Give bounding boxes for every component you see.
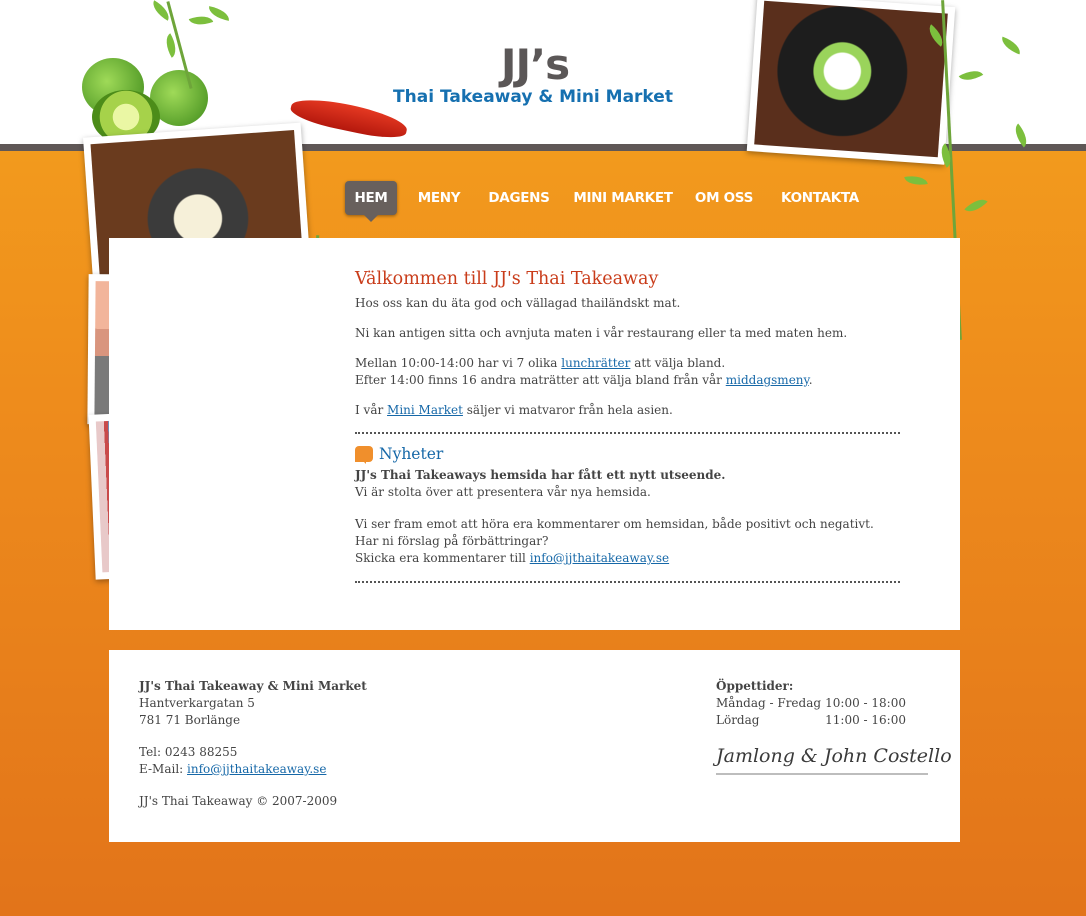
dinner-menu-link[interactable]: middagsmeny [726, 373, 809, 387]
owners-signature: Jamlong & John Costello [716, 745, 952, 775]
footer-copyright: JJ's Thai Takeaway © 2007-2009 [139, 794, 338, 808]
mini-market-link[interactable]: Mini Market [387, 403, 463, 417]
footer-street: Hantverkargatan 5 [139, 696, 255, 710]
leaf-decoration [904, 173, 928, 188]
nav-item-kontakta[interactable]: KONTAKTA [779, 181, 861, 215]
logo-subtitle[interactable]: Thai Takeaway & Mini Market [388, 87, 678, 107]
hours-heading: Öppettider: [716, 679, 794, 693]
welcome-paragraph: Mellan 10:00-14:00 har vi 7 olika lunchr… [355, 356, 813, 387]
speech-bubble-icon [355, 446, 373, 464]
welcome-paragraph: I vår Mini Market säljer vi matvaror frå… [355, 403, 673, 417]
footer-phone: Tel: 0243 88255 [139, 745, 238, 759]
footer-contact: JJ's Thai Takeaway & Mini Market Hantver… [139, 678, 367, 810]
welcome-heading: Välkommen till JJ's Thai Takeaway [355, 269, 659, 289]
hours-row: Lördag 11:00 - 16:00 [716, 713, 906, 727]
footer-email: E-Mail: info@jjthaitakeaway.se [139, 762, 327, 776]
news-text: Har ni förslag på förbättringar? [355, 534, 549, 548]
leaf-decoration [964, 193, 988, 218]
news-text: Vi ser fram emot att höra era kommentare… [355, 517, 874, 531]
logo-title[interactable]: JJ’s [480, 40, 590, 89]
nav-item-dagens[interactable]: DAGENS [487, 181, 551, 215]
welcome-paragraph: Ni kan antigen sitta och avnjuta maten i… [355, 326, 848, 340]
news-title: JJ's Thai Takeaways hemsida har fått ett… [355, 468, 726, 482]
email-link[interactable]: info@jjthaitakeaway.se [530, 551, 669, 565]
nav-item-om-oss[interactable]: OM OSS [693, 181, 755, 215]
hours-row: Måndag - Fredag 10:00 - 18:00 [716, 696, 906, 710]
footer-company-name: JJ's Thai Takeaway & Mini Market [139, 679, 367, 693]
welcome-paragraph: Hos oss kan du äta god och vällagad thai… [355, 296, 681, 310]
dotted-divider [355, 432, 900, 434]
opening-hours: Öppettider: Måndag - Fredag 10:00 - 18:0… [716, 678, 906, 729]
news-text: Skicka era kommentarer till info@jjthait… [355, 551, 670, 565]
footer-city: 781 71 Borlänge [139, 713, 241, 727]
nav-item-meny[interactable]: MENY [413, 181, 465, 215]
shrimp-dish-photo [746, 0, 956, 165]
nav-item-hem[interactable]: HEM [345, 181, 397, 222]
lunch-link[interactable]: lunchrätter [561, 356, 630, 370]
main-content: Välkommen till JJ's Thai Takeaway Hos os… [355, 268, 900, 593]
dotted-divider [355, 581, 900, 583]
news-heading: Nyheter [355, 444, 900, 464]
news-text: Vi är stolta över att presentera vår nya… [355, 485, 651, 499]
nav-item-mini-market[interactable]: MINI MARKET [573, 181, 673, 215]
footer-email-link[interactable]: info@jjthaitakeaway.se [187, 762, 326, 776]
